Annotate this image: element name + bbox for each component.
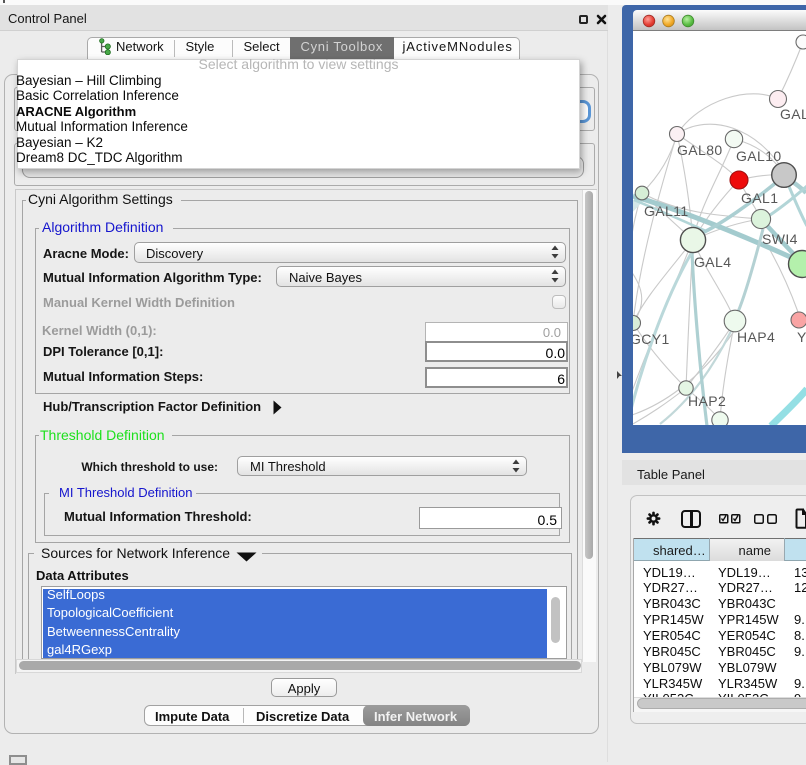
- svg-text:HAP4: HAP4: [737, 329, 775, 345]
- svg-text:GAL11: GAL11: [644, 203, 689, 219]
- svg-text:GAL4: GAL4: [694, 254, 731, 270]
- svg-text:GCY1: GCY1: [633, 331, 670, 347]
- svg-text:YM: YM: [797, 329, 806, 345]
- svg-text:GAL7: GAL7: [780, 106, 806, 122]
- svg-text:GAL1: GAL1: [741, 190, 778, 206]
- svg-text:GAL10: GAL10: [736, 148, 782, 164]
- svg-text:SWI4: SWI4: [762, 231, 798, 247]
- svg-text:GAL80: GAL80: [677, 142, 723, 158]
- svg-text:HAP2: HAP2: [688, 393, 726, 409]
